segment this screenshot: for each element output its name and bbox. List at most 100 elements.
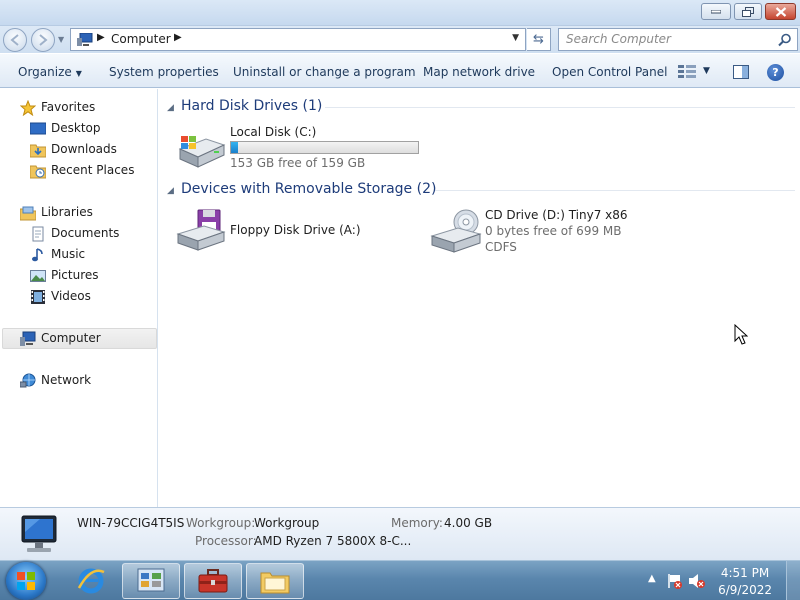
close-button[interactable]	[765, 3, 796, 20]
address-dropdown-icon[interactable]: ▼	[512, 33, 519, 43]
nav-network[interactable]: Network	[20, 371, 150, 391]
explorer-folder-icon	[260, 572, 290, 594]
address-bar[interactable]: ▶ Computer ▶ ▼	[70, 28, 526, 51]
desktop-icon	[30, 122, 46, 135]
cd-drive-icon	[430, 209, 482, 253]
group-hdd-title: Hard Disk Drives (1)	[181, 98, 323, 114]
forward-button[interactable]	[31, 28, 55, 52]
preview-pane-icon[interactable]	[733, 65, 749, 79]
clock-date: 6/9/2022	[718, 583, 772, 597]
breadcrumb-separator-icon[interactable]: ▶	[97, 32, 105, 43]
music-note-icon	[32, 248, 43, 262]
nav-computer[interactable]: Computer	[2, 328, 157, 349]
internet-explorer-icon	[77, 568, 105, 594]
details-pane: WIN-79CCIG4T5IS Workgroup: Workgroup Mem…	[0, 507, 800, 560]
drive-c-usage-bar	[230, 141, 419, 154]
restore-icon	[742, 6, 754, 17]
drive-c-name: Local Disk (C:)	[230, 125, 317, 139]
search-icon	[778, 33, 791, 47]
map-network-drive-button[interactable]: Map network drive	[423, 65, 535, 79]
nav-music[interactable]: Music	[30, 245, 150, 265]
nav-downloads[interactable]: Downloads	[30, 140, 150, 160]
collapse-triangle-icon[interactable]: ◢	[167, 186, 174, 196]
collapse-triangle-icon[interactable]: ◢	[167, 103, 174, 113]
nav-music-label: Music	[51, 247, 86, 261]
drive-local-disk-c[interactable]: Local Disk (C:) 153 GB free of 159 GB	[176, 125, 426, 171]
nav-desktop[interactable]: Desktop	[30, 119, 150, 139]
navigation-pane: Favorites Desktop Downloads Recent Place…	[0, 89, 158, 507]
breadcrumb-chevron-icon[interactable]: ▶	[174, 32, 182, 43]
close-icon	[775, 6, 786, 17]
nav-documents-label: Documents	[51, 226, 120, 240]
nav-favorites[interactable]: Favorites	[20, 98, 150, 118]
speaker-muted-icon[interactable]	[688, 573, 706, 589]
show-desktop-button[interactable]	[786, 561, 800, 600]
title-bar	[0, 0, 800, 26]
taskbar-control-panel[interactable]	[122, 563, 180, 599]
nav-pictures[interactable]: Pictures	[30, 266, 150, 286]
star-icon	[20, 100, 36, 116]
recent-places-icon	[30, 165, 46, 179]
command-bar: Organize ▼ System properties Uninstall or…	[0, 53, 800, 88]
back-button[interactable]	[3, 28, 27, 52]
computer-icon	[77, 33, 93, 46]
restore-button[interactable]	[734, 3, 762, 20]
breadcrumb-computer[interactable]: Computer	[111, 32, 171, 46]
workgroup-label: Workgroup:	[186, 516, 256, 530]
clock[interactable]: 4:51 PM 6/9/2022	[718, 565, 772, 599]
nav-documents[interactable]: Documents	[30, 224, 150, 244]
hard-disk-windows-icon	[178, 136, 226, 168]
nav-recent-places-label: Recent Places	[51, 163, 135, 177]
nav-pictures-label: Pictures	[51, 268, 99, 282]
taskbar-internet-explorer[interactable]	[62, 563, 120, 599]
floppy-drive-icon	[176, 209, 226, 251]
downloads-folder-icon	[30, 144, 46, 158]
group-divider	[325, 107, 795, 108]
nav-libraries[interactable]: Libraries	[20, 203, 150, 223]
show-hidden-icons-icon[interactable]: ▲	[648, 573, 656, 584]
processor-value: AMD Ryzen 7 5800X 8-C...	[254, 534, 412, 548]
change-view-icon[interactable]	[678, 65, 696, 79]
action-center-flag-icon[interactable]	[666, 573, 682, 589]
help-icon[interactable]: ?	[767, 64, 784, 81]
organize-menu[interactable]: Organize ▼	[18, 65, 82, 79]
nav-recent-places[interactable]: Recent Places	[30, 161, 150, 181]
start-button[interactable]	[6, 562, 46, 600]
minimize-icon	[711, 9, 721, 13]
group-hard-disk-drives[interactable]: ◢ Hard Disk Drives (1)	[167, 98, 797, 118]
processor-label: Processor:	[195, 534, 257, 548]
minimize-button[interactable]	[701, 3, 731, 20]
back-arrow-icon	[10, 34, 19, 46]
memory-value: 4.00 GB	[444, 516, 493, 530]
drive-d-name: CD Drive (D:) Tiny7 x86	[485, 208, 628, 222]
memory-label: Memory:	[391, 516, 443, 530]
group-divider	[435, 190, 795, 191]
drive-floppy-a[interactable]: Floppy Disk Drive (A:)	[176, 208, 406, 254]
drive-cd-d[interactable]: CD Drive (D:) Tiny7 x86 0 bytes free of …	[430, 208, 690, 258]
address-row: ▼ ▶ Computer ▶ ▼ ⇆ Search Computer	[0, 26, 800, 53]
search-placeholder: Search Computer	[566, 32, 671, 46]
nav-downloads-label: Downloads	[51, 142, 117, 156]
control-panel-icon	[137, 568, 165, 592]
network-globe-icon	[20, 373, 36, 388]
uninstall-program-button[interactable]: Uninstall or change a program	[233, 65, 416, 79]
taskbar-toolbox[interactable]	[184, 563, 242, 599]
group-removable-storage[interactable]: ◢ Devices with Removable Storage (2)	[167, 181, 797, 201]
refresh-button[interactable]: ⇆	[527, 28, 551, 51]
drive-c-usage-fill	[231, 142, 239, 153]
windows-logo-icon	[17, 572, 35, 590]
clock-time: 4:51 PM	[720, 566, 770, 580]
recent-pages-dropdown[interactable]: ▼	[58, 35, 64, 44]
search-box[interactable]: Search Computer	[558, 28, 798, 51]
nav-network-label: Network	[41, 373, 92, 387]
nav-videos[interactable]: Videos	[30, 287, 150, 307]
nav-computer-label: Computer	[41, 331, 101, 345]
computer-name: WIN-79CCIG4T5IS	[77, 516, 185, 530]
taskbar-windows-explorer[interactable]	[246, 563, 304, 599]
view-options-dropdown-icon[interactable]: ▼	[703, 66, 710, 76]
taskbar: ▲ 4:51 PM 6/9/2022	[0, 560, 800, 600]
toolbox-icon	[198, 569, 228, 593]
open-control-panel-button[interactable]: Open Control Panel	[552, 65, 667, 79]
system-properties-button[interactable]: System properties	[109, 65, 219, 79]
workgroup-value: Workgroup	[254, 516, 320, 530]
